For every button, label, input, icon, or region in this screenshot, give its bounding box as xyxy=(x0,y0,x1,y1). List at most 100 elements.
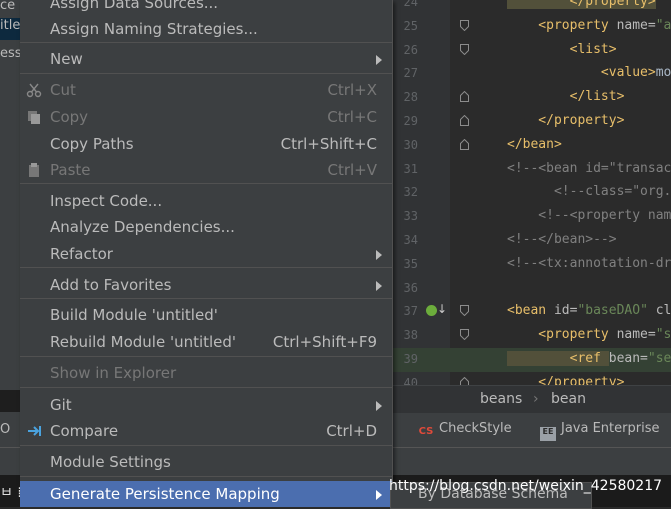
menu-item-label: Add to Favorites xyxy=(50,276,172,294)
editor-line[interactable]: 25 <property name="a xyxy=(390,15,671,39)
code-token: </list> xyxy=(507,89,625,105)
editor-line[interactable]: 33 <!--<property nam xyxy=(390,205,671,229)
editor-line[interactable]: 36 xyxy=(390,277,671,301)
code-token: "s xyxy=(655,327,671,343)
editor-line[interactable]: 32 <!--class="org. xyxy=(390,181,671,205)
editor-line[interactable]: 31 <!--<bean id="transac xyxy=(390,158,671,182)
menu-separator xyxy=(20,42,392,43)
menu-item-label: Copy xyxy=(50,108,89,126)
code-text: </list> xyxy=(507,89,625,105)
menu-item-show-in-explorer[interactable]: Show in Explorer xyxy=(20,360,392,386)
menu-item-shortcut: Ctrl+Shift+F9 xyxy=(272,333,377,351)
fold-marker-icon[interactable] xyxy=(460,19,469,31)
menu-item-refactor[interactable]: Refactor xyxy=(20,241,392,267)
navigate-arrow-icon[interactable]: ↓ xyxy=(437,302,447,316)
code-token: </property> xyxy=(507,374,625,385)
menu-item-copy-paths[interactable]: Copy Paths Ctrl+Shift+C xyxy=(20,131,392,157)
copy-icon xyxy=(26,109,42,125)
editor-line[interactable]: 24 </property> xyxy=(390,0,671,15)
fold-marker-icon[interactable] xyxy=(460,329,469,341)
menu-item-cut[interactable]: Cut Ctrl+X xyxy=(20,77,392,103)
menu-item-assign-naming-strategies[interactable]: Assign Naming Strategies... xyxy=(20,16,392,42)
menu-item-label: Git xyxy=(50,396,72,414)
editor-line[interactable]: 35 <!--<tx:annotation-dri xyxy=(390,253,671,277)
menu-item-analyze-dependencies[interactable]: Analyze Dependencies... xyxy=(20,214,392,240)
menu-item-generate-persistence-mapping[interactable]: Generate Persistence Mapping xyxy=(20,481,392,507)
editor-line[interactable]: 38 <property name="s xyxy=(390,324,671,348)
menu-item-git[interactable]: Git xyxy=(20,392,392,418)
code-text: <property name="s xyxy=(507,327,671,342)
menu-item-add-to-favorites[interactable]: Add to Favorites xyxy=(20,272,392,298)
left-strip-selected[interactable]: itle xyxy=(0,18,20,40)
code-text: <ref bean="se xyxy=(507,351,671,366)
menu-item-shortcut: Ctrl+V xyxy=(327,161,377,179)
menu-item-module-settings[interactable]: Module Settings xyxy=(20,449,392,475)
menu-item-rebuild-module-untitled[interactable]: Rebuild Module 'untitled' Ctrl+Shift+F9 xyxy=(20,329,392,355)
menu-item-label: Show in Explorer xyxy=(50,364,177,382)
fold-marker-icon[interactable] xyxy=(460,115,469,126)
breadcrumb-item-beans[interactable]: beans xyxy=(480,391,522,407)
menu-item-label: Paste xyxy=(50,161,91,179)
context-menu: Assign Data Sources... Assign Naming Stra… xyxy=(20,0,393,507)
menu-item-build-module-untitled[interactable]: Build Module 'untitled' xyxy=(20,302,392,328)
menu-separator xyxy=(20,476,392,477)
code-editor[interactable]: 24 </property> 25 <property name="a 26 <li… xyxy=(390,0,671,385)
breadcrumb: beans › bean xyxy=(390,385,671,413)
scissors-icon xyxy=(26,82,42,98)
editor-line[interactable]: 30 </bean> xyxy=(390,134,671,158)
line-number: 28 xyxy=(403,90,418,105)
menu-item-paste[interactable]: Paste Ctrl+V xyxy=(20,157,392,183)
code-token: "se xyxy=(647,351,671,366)
submenu-arrow-icon xyxy=(376,55,382,65)
menu-item-compare[interactable]: Compare Ctrl+D xyxy=(20,418,392,444)
line-number: 27 xyxy=(403,66,418,81)
fold-marker-icon[interactable] xyxy=(460,305,469,317)
editor-line[interactable]: 37 ↓ <bean id="baseDAO" cl xyxy=(390,300,671,324)
line-number: 35 xyxy=(403,256,418,271)
code-token: </bean> xyxy=(507,136,562,152)
menu-item-assign-data-sources[interactable]: Assign Data Sources... xyxy=(20,0,392,16)
editor-line[interactable]: 28 </list> xyxy=(390,86,671,110)
code-token: name= xyxy=(616,17,656,33)
code-token: <ref xyxy=(507,351,609,366)
spring-bean-icon[interactable] xyxy=(426,305,437,317)
menu-item-shortcut: Ctrl+D xyxy=(326,422,377,440)
editor-line[interactable]: 26 <list> xyxy=(390,39,671,63)
menu-separator xyxy=(20,445,392,446)
tab-checkstyle[interactable]: CS CheckStyle xyxy=(418,421,512,440)
tab-java-enterprise-label: Java Enterprise xyxy=(561,421,660,436)
menu-item-shortcut: Ctrl+C xyxy=(327,108,377,126)
editor-line[interactable]: 29 </property> xyxy=(390,110,671,134)
menu-item-label: Copy Paths xyxy=(50,135,134,153)
menu-item-inspect-code[interactable]: Inspect Code... xyxy=(20,188,392,214)
code-token: "baseDAO" xyxy=(577,303,656,319)
fold-marker-icon[interactable] xyxy=(460,138,469,150)
clipboard-icon xyxy=(26,162,42,178)
menu-item-label: Inspect Code... xyxy=(50,192,163,210)
code-token: name= xyxy=(616,327,656,343)
menu-separator xyxy=(20,73,392,74)
fold-marker-icon[interactable] xyxy=(460,91,469,103)
menu-item-label: Build Module 'untitled' xyxy=(50,306,218,324)
submenu-arrow-icon xyxy=(376,281,382,291)
code-text: <list> xyxy=(507,42,617,57)
editor-line[interactable]: 40 </property> xyxy=(390,372,671,385)
checkstyle-icon: CS xyxy=(418,426,434,437)
code-text: <!--<bean id="transac xyxy=(507,161,671,176)
editor-line[interactable]: 34 <!--</bean>--> xyxy=(390,229,671,253)
code-token: <list> xyxy=(507,41,617,57)
menu-item-new[interactable]: New xyxy=(20,46,392,72)
code-text: <!--<property nam xyxy=(507,208,671,223)
tab-java-enterprise[interactable]: EE Java Enterprise xyxy=(540,421,659,441)
fold-marker-icon[interactable] xyxy=(460,43,469,55)
editor-line[interactable]: 27 <value>mo xyxy=(390,62,671,86)
code-token: <bean xyxy=(507,303,554,319)
fold-marker-icon[interactable] xyxy=(460,376,469,385)
line-number: 36 xyxy=(403,280,418,295)
menu-item-label: Assign Naming Strategies... xyxy=(50,20,258,38)
breadcrumb-item-bean[interactable]: bean xyxy=(551,391,586,407)
code-token: </property> xyxy=(507,0,656,9)
editor-line[interactable]: 39 <ref bean="se xyxy=(390,348,671,372)
menu-item-copy[interactable]: Copy Ctrl+C xyxy=(20,104,392,130)
menu-separator xyxy=(20,387,392,388)
